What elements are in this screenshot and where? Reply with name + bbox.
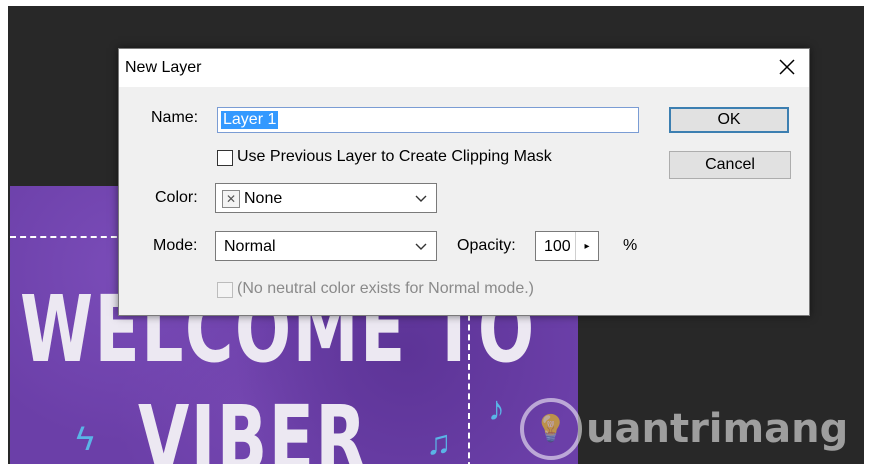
- lightning-doodle-icon: ϟ: [76, 420, 94, 458]
- opacity-slider-button[interactable]: ▸: [575, 232, 598, 260]
- opacity-value: 100: [544, 238, 571, 255]
- chevron-down-icon: [415, 195, 427, 202]
- opacity-label: Opacity:: [457, 237, 516, 254]
- neutral-color-label: (No neutral color exists for Normal mode…: [237, 280, 534, 297]
- opacity-input[interactable]: 100 ▸: [535, 231, 599, 261]
- lightbulb-icon: 💡: [520, 398, 582, 460]
- color-dropdown[interactable]: ✕ None: [215, 183, 437, 213]
- watermark: 💡 uantrimang: [520, 398, 848, 460]
- mode-label: Mode:: [153, 237, 198, 254]
- clipping-mask-label: Use Previous Layer to Create Clipping Ma…: [237, 148, 552, 165]
- close-button[interactable]: [775, 55, 799, 79]
- color-label: Color:: [155, 189, 198, 206]
- clipping-mask-checkbox[interactable]: [217, 150, 233, 166]
- music-note-doodle-icon: ♫: [426, 424, 452, 462]
- watermark-text: uantrimang: [586, 406, 849, 452]
- neutral-color-checkbox: [217, 282, 233, 298]
- arrow-right-icon: ▸: [584, 240, 590, 252]
- color-value: None: [244, 190, 283, 207]
- layer-name-value: Layer 1: [221, 111, 279, 129]
- ok-button[interactable]: OK: [669, 107, 789, 133]
- mode-dropdown[interactable]: Normal: [215, 231, 437, 261]
- name-label: Name:: [151, 109, 199, 126]
- mode-value: Normal: [224, 238, 276, 255]
- layer-name-input[interactable]: Layer 1: [217, 107, 639, 133]
- new-layer-dialog: New Layer Name: Layer 1 OK Cancel Use Pr…: [118, 48, 810, 316]
- dialog-titlebar: New Layer: [119, 49, 809, 87]
- artwork-text-line2: VIBER: [138, 386, 368, 465]
- dialog-title: New Layer: [125, 59, 202, 76]
- chevron-down-icon: [415, 243, 427, 250]
- music-note-doodle-icon: ♪: [488, 390, 505, 428]
- opacity-unit: %: [623, 237, 638, 254]
- close-icon: [779, 59, 795, 75]
- no-color-icon: ✕: [222, 190, 240, 208]
- cancel-button[interactable]: Cancel: [669, 151, 791, 179]
